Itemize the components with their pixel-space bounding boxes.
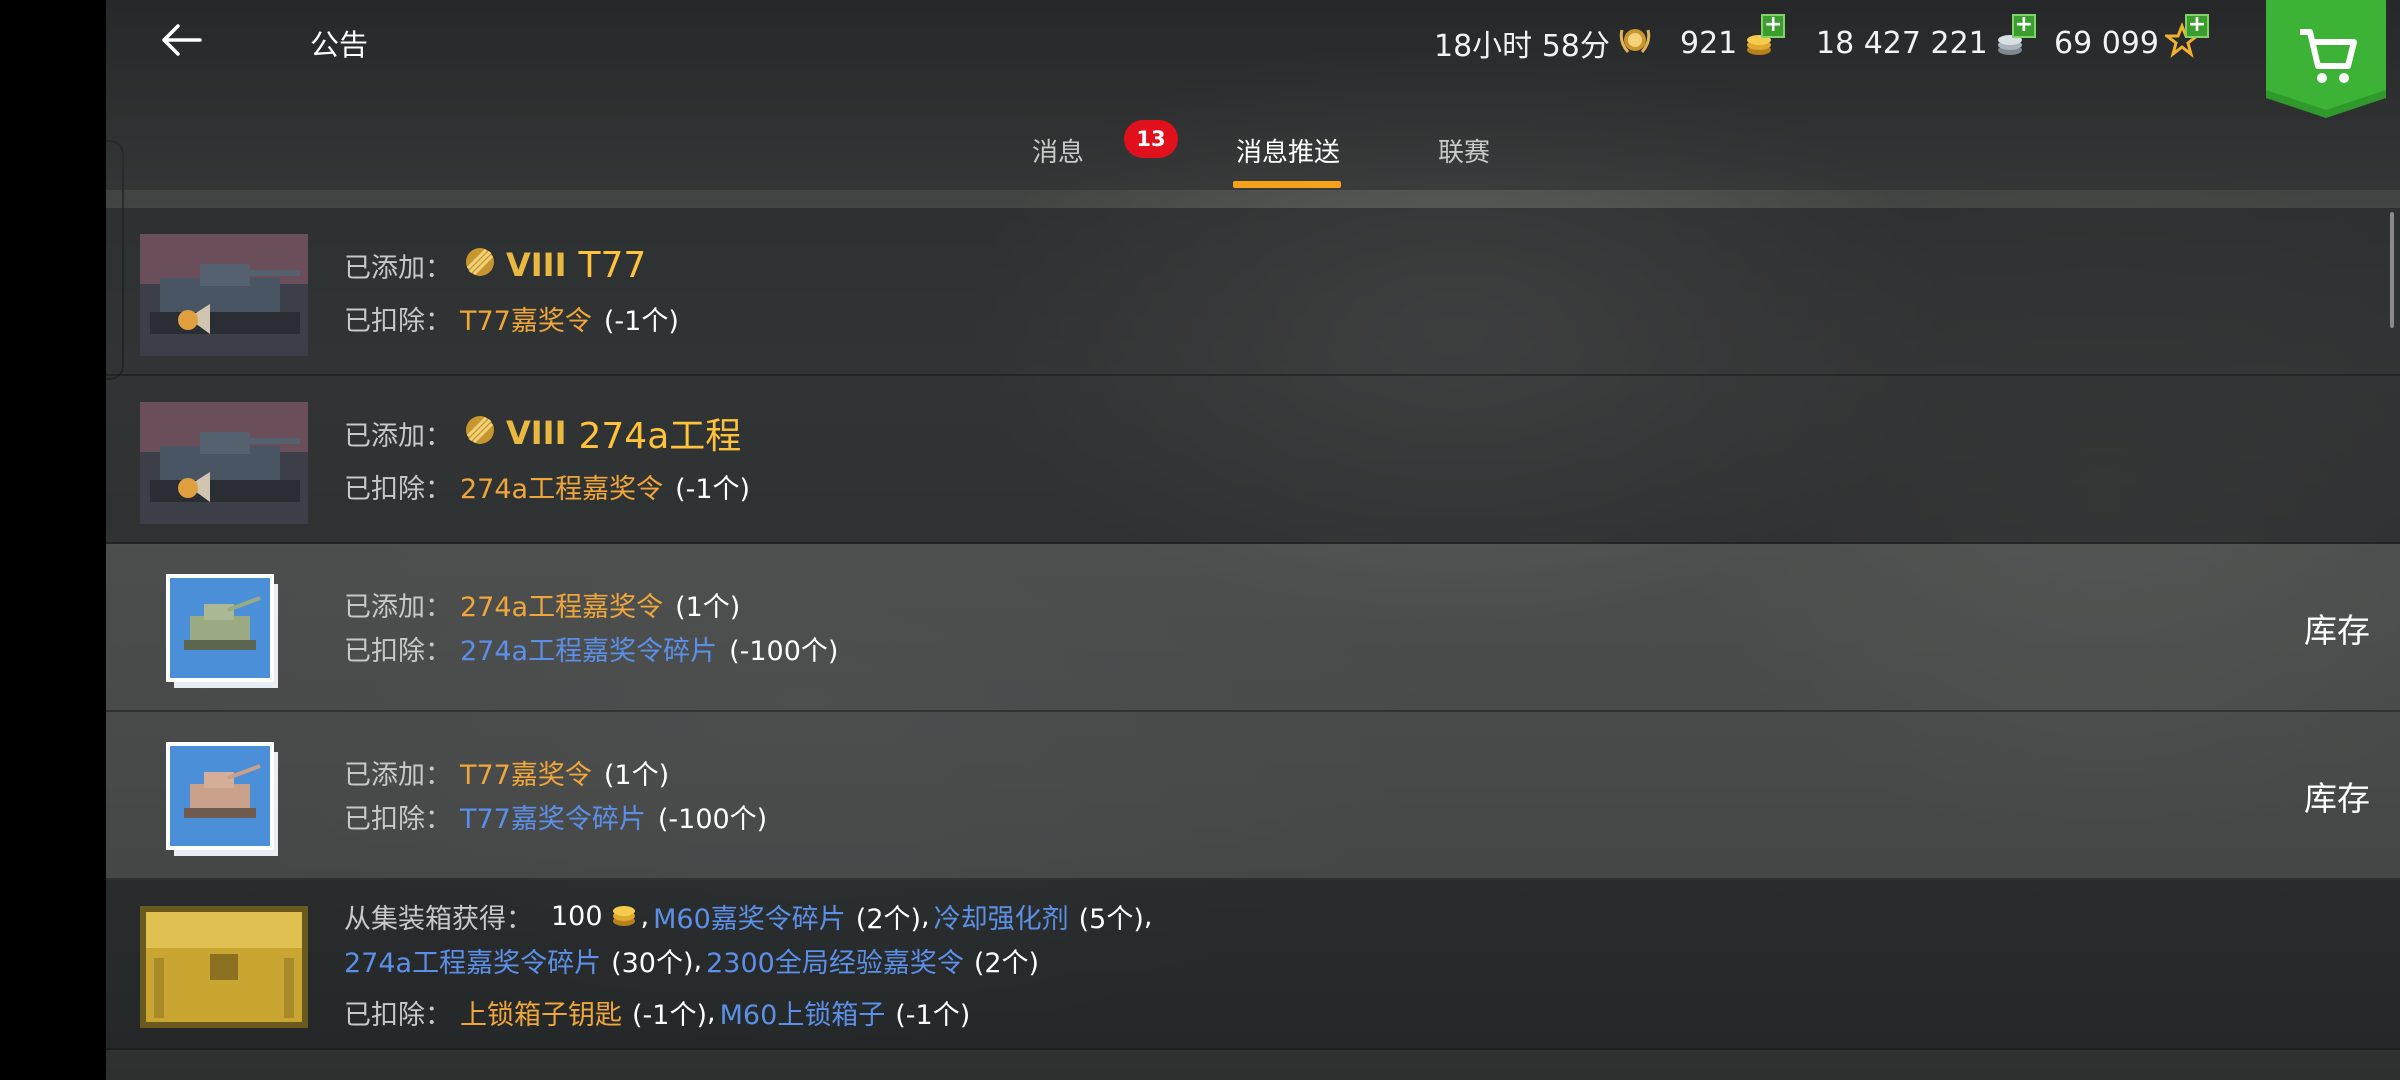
deducted-label: 已扣除： [344, 473, 452, 505]
added-label: 已添加： [344, 759, 452, 791]
from-box-label: 从集装箱获得： [344, 903, 533, 935]
deducted-qty: (-100个) [657, 803, 768, 835]
added-item: 274a工程嘉奖令 [460, 591, 664, 623]
credits-amount: 18 427 221 [1816, 25, 1988, 61]
crate-icon [140, 906, 308, 1028]
laurel-medal-icon [1616, 20, 1654, 66]
credits-display[interactable]: 18 427 221 + [1816, 14, 2036, 66]
blueprint-icon [140, 738, 308, 860]
tab-push-messages[interactable]: 消息推送 [1236, 132, 1340, 169]
row-content: 从集装箱获得： 100 , M60嘉奖令碎片 (2个) , 冷却强化剂 (5个)… [344, 894, 1152, 1034]
gold-amount: 100 [551, 900, 603, 932]
unread-badge: 13 [1124, 120, 1178, 158]
inventory-button[interactable]: 库存 [2304, 604, 2370, 652]
tank-name: T77 [578, 244, 647, 286]
reward-qty: (2个) [973, 947, 1040, 979]
header-bar: 公告 18小时 58分 921 + 18 427 221 + 69 099 + … [106, 0, 2400, 190]
deducted-item: T77嘉奖令 [460, 305, 592, 337]
tier-label: VIII [506, 414, 567, 452]
deducted-item: 上锁箱子钥匙 [460, 999, 622, 1031]
free-xp-display[interactable]: 69 099 + [2054, 14, 2209, 66]
add-free-xp-button[interactable]: + [2184, 14, 2209, 38]
laurel-medal-icon [460, 242, 500, 289]
reward-item: 274a工程嘉奖令碎片 [344, 947, 602, 979]
list-item[interactable]: 已添加： 274a工程嘉奖令 (1个) 已扣除： 274a工程嘉奖令碎片 (-1… [106, 544, 2400, 712]
tank-name: 274a工程 [578, 416, 742, 457]
notification-list: 已添加： VIII T77 已扣除： T77嘉奖令 (-1个) 已添加： VII… [106, 208, 2400, 1050]
added-item: T77嘉奖令 [460, 759, 592, 791]
added-label: 已添加： [344, 420, 452, 452]
deducted-item: M60上锁箱子 [719, 999, 886, 1031]
tank-reward-thumbnail [140, 234, 308, 356]
active-tab-indicator [1233, 181, 1341, 188]
deducted-label: 已扣除： [344, 305, 452, 337]
free-xp-amount: 69 099 [2054, 25, 2159, 61]
timer-text: 18小时 58分 [1434, 29, 1610, 64]
cart-icon [2266, 0, 2386, 118]
list-item[interactable]: 已添加： VIII T77 已扣除： T77嘉奖令 (-1个) [106, 208, 2400, 376]
added-label: 已添加： [344, 591, 452, 623]
app-window: 公告 18小时 58分 921 + 18 427 221 + 69 099 + … [106, 0, 2400, 1080]
list-item[interactable]: 已添加： VIII 274a工程 已扣除： 274a工程嘉奖令 (-1个) [106, 376, 2400, 544]
deducted-label: 已扣除： [344, 803, 452, 835]
timer-display: 18小时 58分 [1434, 20, 1654, 66]
added-label: 已添加： [344, 252, 452, 284]
deducted-item: 274a工程嘉奖令碎片 [460, 635, 718, 667]
row-content: 已添加： T77嘉奖令 (1个) 已扣除： T77嘉奖令碎片 (-100个) [344, 750, 767, 838]
reward-qty: (2个) [855, 903, 922, 935]
gold-coins-icon: + [1743, 14, 1786, 66]
deducted-item: T77嘉奖令碎片 [460, 803, 646, 835]
gold-amount: 921 [1680, 25, 1738, 61]
tab-bar: 消息 13 消息推送 联赛 [106, 118, 2400, 190]
deducted-label: 已扣除： [344, 635, 452, 667]
arrow-left-icon [162, 24, 202, 56]
deducted-qty: (-1个) [603, 305, 679, 337]
star-icon: + [2162, 14, 2209, 66]
reward-qty: (30个) [611, 947, 694, 979]
deducted-item: 274a工程嘉奖令 [460, 473, 664, 505]
shop-button[interactable] [2266, 0, 2386, 120]
deducted-qty: (-100个) [729, 635, 839, 667]
reward-qty: (5个) [1078, 903, 1144, 935]
blueprint-icon [140, 570, 308, 692]
reward-item: 冷却强化剂 [933, 903, 1069, 935]
row-content: 已添加： 274a工程嘉奖令 (1个) 已扣除： 274a工程嘉奖令碎片 (-1… [344, 582, 838, 670]
deducted-label: 已扣除： [344, 999, 452, 1031]
tab-league[interactable]: 联赛 [1438, 132, 1490, 169]
gold-display[interactable]: 921 + [1680, 14, 1786, 66]
list-item[interactable]: 从集装箱获得： 100 , M60嘉奖令碎片 (2个) , 冷却强化剂 (5个)… [106, 880, 2400, 1050]
tank-reward-thumbnail [140, 402, 308, 524]
add-gold-button[interactable]: + [1761, 14, 1786, 38]
laurel-medal-icon [460, 410, 500, 457]
gold-coins-icon [609, 898, 641, 935]
row-content: 已添加： VIII 274a工程 已扣除： 274a工程嘉奖令 (-1个) [344, 402, 750, 508]
added-qty: (1个) [603, 759, 670, 791]
deducted-qty: (-1个) [675, 473, 751, 505]
reward-item: M60嘉奖令碎片 [653, 903, 846, 935]
deducted-qty: (-1个) [632, 999, 707, 1031]
row-content: 已添加： VIII T77 已扣除： T77嘉奖令 (-1个) [344, 234, 679, 340]
reward-item: 2300全局经验嘉奖令 [706, 947, 964, 979]
list-item[interactable]: 已添加： T77嘉奖令 (1个) 已扣除： T77嘉奖令碎片 (-100个) 库… [106, 712, 2400, 880]
silver-coins-icon: + [1994, 14, 2036, 66]
scrollbar[interactable] [2390, 212, 2394, 328]
page-title: 公告 [310, 28, 369, 62]
added-qty: (1个) [675, 591, 741, 623]
tier-label: VIII [506, 246, 567, 284]
back-button[interactable] [156, 14, 220, 66]
deducted-qty: (-1个) [895, 999, 971, 1031]
inventory-button[interactable]: 库存 [2304, 772, 2370, 820]
tab-messages[interactable]: 消息 [1032, 132, 1084, 169]
add-credits-button[interactable]: + [2011, 14, 2036, 38]
